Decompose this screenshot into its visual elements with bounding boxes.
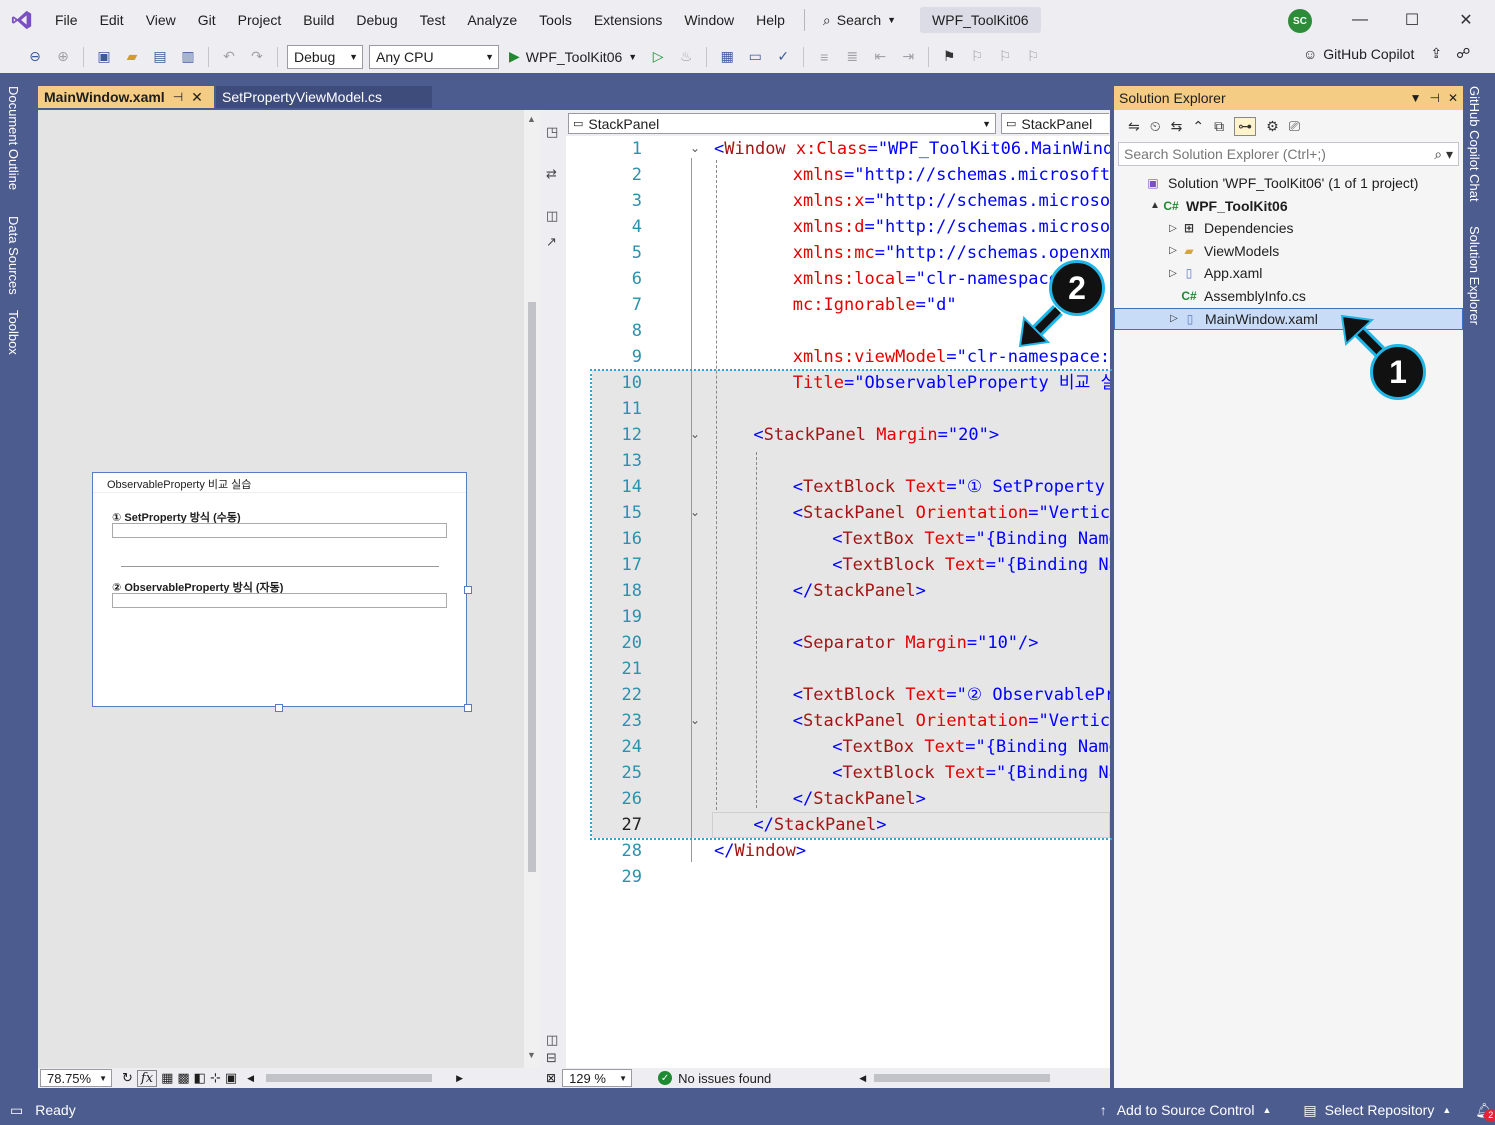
annotation-arrows: [1018, 305, 1385, 357]
callout-badge-1: 1: [1370, 344, 1426, 400]
callout-badge-2: 2: [1049, 260, 1105, 316]
